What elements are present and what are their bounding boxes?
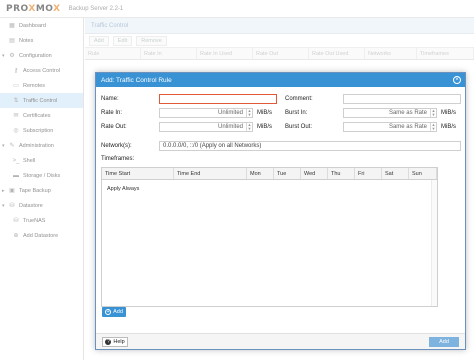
add-timeframe-button[interactable]: + Add	[102, 307, 126, 317]
traffic-control-rule-dialog: Add: Traffic Control Rule × Name: Commen…	[95, 72, 466, 350]
rate-in-value: Unlimited	[217, 110, 243, 116]
add-timeframe-label: Add	[113, 309, 123, 315]
burst-in-label: Burst In:	[285, 110, 308, 116]
dialog-footer: ? Help Add	[96, 333, 465, 349]
close-icon[interactable]: ×	[453, 76, 461, 84]
burst-out-value: Same as Rate	[388, 124, 427, 130]
rate-out-field[interactable]: Unlimited ▲ ▼	[159, 122, 253, 132]
networks-label: Network(s):	[101, 143, 132, 149]
spinner-icon[interactable]: ▲ ▼	[246, 109, 252, 117]
timeframes-grid: Time Start Time End Mon Tue Wed Thu Fri …	[101, 167, 438, 307]
name-input[interactable]	[159, 94, 277, 104]
help-label: Help	[113, 339, 125, 345]
column-header[interactable]: Mon	[247, 168, 274, 179]
question-icon: ?	[105, 339, 112, 345]
burst-in-value: Same as Rate	[388, 110, 427, 116]
timeframes-empty-text: Apply Always	[107, 186, 140, 192]
column-header[interactable]: Tue	[274, 168, 301, 179]
column-header[interactable]: Time End	[174, 168, 247, 179]
rate-out-label: Rate Out:	[101, 124, 127, 130]
spinner-icon[interactable]: ▲ ▼	[246, 123, 252, 131]
column-header[interactable]: Wed	[301, 168, 328, 179]
burst-in-unit: MiB/s	[441, 110, 456, 116]
plus-icon: +	[105, 309, 112, 315]
rate-in-unit: MiB/s	[257, 110, 272, 116]
scrollbar[interactable]	[431, 180, 437, 306]
spinner-icon[interactable]: ▲ ▼	[430, 109, 436, 117]
networks-value: 0.0.0.0/0, ::/0 (Apply on all Networks)	[163, 143, 262, 149]
column-header[interactable]: Fri	[355, 168, 382, 179]
rate-in-label: Rate In:	[101, 110, 123, 116]
burst-out-unit: MiB/s	[441, 124, 456, 130]
burst-out-field[interactable]: Same as Rate ▲ ▼	[343, 122, 437, 132]
burst-in-field[interactable]: Same as Rate ▲ ▼	[343, 108, 437, 118]
timeframes-label: Timeframes:	[101, 156, 135, 162]
column-header[interactable]: Time Start	[102, 168, 174, 179]
submit-add-button[interactable]: Add	[429, 337, 459, 347]
comment-input[interactable]	[343, 94, 461, 104]
rate-out-unit: MiB/s	[257, 124, 272, 130]
comment-label: Comment:	[285, 96, 313, 102]
name-label: Name:	[101, 96, 119, 102]
dialog-title: Add: Traffic Control Rule	[101, 76, 172, 84]
help-button[interactable]: ? Help	[102, 337, 128, 347]
rate-out-value: Unlimited	[217, 124, 243, 130]
burst-out-label: Burst Out:	[285, 124, 313, 130]
rate-in-field[interactable]: Unlimited ▲ ▼	[159, 108, 253, 118]
column-header[interactable]: Sun	[409, 168, 437, 179]
networks-input[interactable]: 0.0.0.0/0, ::/0 (Apply on all Networks)	[159, 141, 461, 151]
column-header[interactable]: Sat	[382, 168, 409, 179]
spinner-icon[interactable]: ▲ ▼	[430, 123, 436, 131]
column-header[interactable]: Thu	[328, 168, 355, 179]
timeframes-header: Time Start Time End Mon Tue Wed Thu Fri …	[102, 168, 437, 180]
dialog-header: Add: Traffic Control Rule ×	[96, 73, 465, 87]
